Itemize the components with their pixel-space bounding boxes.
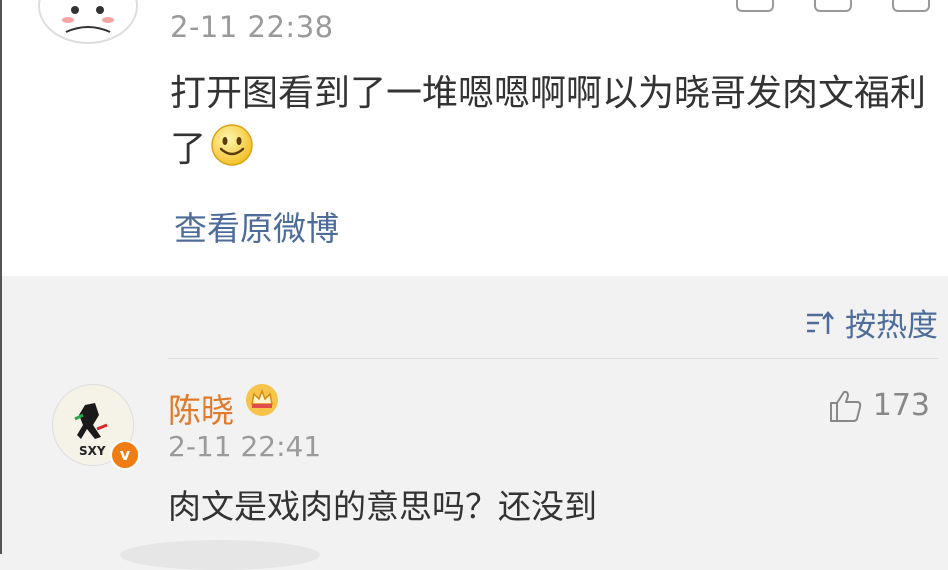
- sort-icon: [807, 310, 834, 334]
- smile-emoji-icon: [210, 123, 254, 184]
- post-author-avatar[interactable]: [38, 0, 138, 44]
- view-original-link[interactable]: 查看原微博: [174, 202, 339, 250]
- commenter-username[interactable]: 陈晓: [168, 384, 234, 432]
- post-actions: [736, 0, 930, 12]
- thumbs-up-icon: [829, 390, 861, 422]
- post-timestamp: 2-11 22:38: [170, 10, 334, 44]
- sort-toggle[interactable]: 按热度: [805, 300, 938, 345]
- original-post-card: 2-11 22:38 打开图看到了一堆嗯嗯啊啊以为晓哥发肉文福利了 查看原微博: [2, 0, 948, 276]
- section-divider: [168, 358, 938, 359]
- avatar-logo-text: SXY: [79, 444, 106, 458]
- comment-icon[interactable]: [814, 0, 852, 12]
- comment-timestamp: 2-11 22:41: [168, 430, 322, 463]
- share-icon[interactable]: [736, 0, 774, 12]
- sort-label: 按热度: [845, 308, 938, 344]
- next-comment-avatar-partial: [120, 540, 320, 570]
- crown-icon: [244, 382, 280, 422]
- like-count: 173: [872, 388, 930, 423]
- post-body: 打开图看到了一堆嗯嗯啊啊以为晓哥发肉文福利了: [170, 66, 930, 184]
- like-icon[interactable]: [892, 0, 930, 12]
- comment-text: 肉文是戏肉的意思吗？还没到: [168, 487, 597, 526]
- comment-like-button[interactable]: 173: [827, 388, 930, 423]
- post-text: 打开图看到了一堆嗯嗯啊啊以为晓哥发肉文福利了: [170, 73, 927, 170]
- verified-badge-icon: v: [110, 440, 140, 470]
